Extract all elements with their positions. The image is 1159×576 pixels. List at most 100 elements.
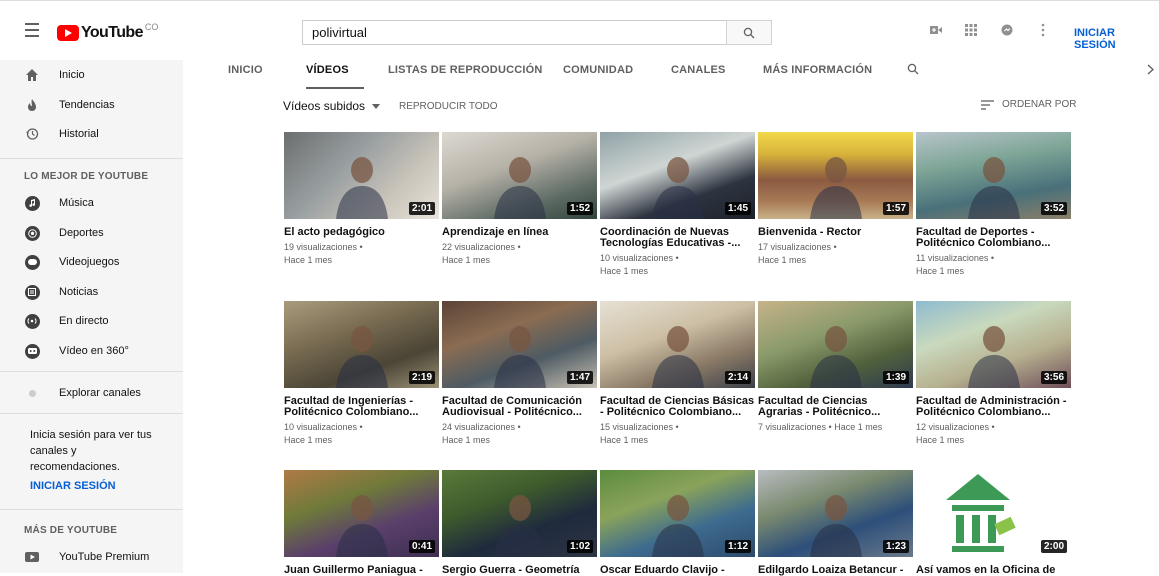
video-title[interactable]: Oscar Eduardo Clavijo -	[600, 564, 755, 576]
video-title[interactable]: Juan Guillermo Paniagua -	[284, 564, 439, 576]
sidebar-item-noticias[interactable]: Noticias	[0, 278, 183, 306]
video-thumbnail[interactable]: 1:52	[442, 132, 597, 219]
video-duration: 1:02	[566, 540, 593, 553]
chevron-right-icon[interactable]	[1147, 64, 1154, 75]
play-all-button[interactable]: REPRODUCIR TODO	[399, 101, 498, 112]
video-title[interactable]: - Politécnico Colombiano...	[600, 406, 755, 418]
sidebar-item-label: Vídeo en 360°	[59, 345, 129, 357]
youtube-premium-icon	[24, 549, 40, 565]
sidebar-item-label: Inicio	[59, 69, 85, 81]
video-title[interactable]: Aprendizaje en línea	[442, 226, 597, 238]
tab-videos[interactable]: VÍDEOS	[306, 64, 349, 76]
sidebar-item-en-directo[interactable]: En directo	[0, 307, 183, 335]
video-meta: 10 visualizaciones •	[284, 422, 363, 432]
uploaded-videos-label: Vídeos subidos	[283, 99, 366, 113]
video-thumbnail[interactable]: 2:14	[600, 301, 755, 388]
video-thumbnail[interactable]: 1:12	[600, 470, 755, 557]
news-icon	[24, 284, 40, 300]
video-meta: 11 visualizaciones •	[916, 253, 995, 263]
video-thumbnail[interactable]: 2:19	[284, 301, 439, 388]
video-duration: 2:19	[408, 371, 435, 384]
menu-icon[interactable]	[20, 23, 44, 41]
sidebar-item-label: Noticias	[59, 286, 99, 298]
video-thumbnail[interactable]: 1:02	[442, 470, 597, 557]
sidebar-signin-link[interactable]: INICIAR SESIÓN	[30, 480, 116, 492]
sidebar-item-label: Deportes	[59, 227, 104, 239]
video-meta: Hace 1 mes	[284, 435, 333, 445]
tab-canales[interactable]: CANALES	[671, 64, 726, 76]
sidebar-item-video-360[interactable]: Vídeo en 360°	[0, 337, 183, 365]
video-thumbnail[interactable]: 3:52	[916, 132, 1071, 219]
sidebar-item-musica[interactable]: Música	[0, 189, 183, 217]
video-duration: 1:57	[882, 202, 909, 215]
video-title[interactable]: Politécnico Colombiano...	[916, 237, 1071, 249]
sidebar-item-videojuegos[interactable]: Videojuegos	[0, 248, 183, 276]
history-icon	[24, 126, 40, 142]
video-duration: 0:41	[408, 540, 435, 553]
video-duration: 3:56	[1040, 371, 1067, 384]
video-camera-icon[interactable]	[929, 23, 943, 37]
sidebar-item-inicio[interactable]: Inicio	[0, 61, 183, 89]
video-duration: 1:47	[566, 371, 593, 384]
video-thumbnail[interactable]: 1:23	[758, 470, 913, 557]
video-meta: 15 visualizaciones •	[600, 422, 679, 432]
search-button[interactable]	[726, 20, 772, 45]
search-input[interactable]	[302, 20, 726, 45]
video-duration: 2:14	[724, 371, 751, 384]
video-title[interactable]: Politécnico Colombiano...	[916, 406, 1071, 418]
sidebar-item-explorar[interactable]: Explorar canales	[0, 379, 183, 407]
sidebar: Inicio Tendencias Historial LO MEJOR DE …	[0, 60, 183, 573]
youtube-logo[interactable]: YouTube CO	[57, 21, 158, 45]
video-title[interactable]: Audiovisual - Politécnico...	[442, 406, 597, 418]
more-options-icon[interactable]	[1038, 23, 1048, 37]
sidebar-item-label: Videojuegos	[59, 256, 120, 268]
signin-button[interactable]: INICIAR SESIÓN	[1074, 27, 1159, 51]
video-thumbnail[interactable]: 1:57	[758, 132, 913, 219]
channel-search-icon[interactable]	[907, 63, 919, 75]
apps-grid-icon[interactable]	[964, 23, 978, 37]
sidebar-item-deportes[interactable]: Deportes	[0, 219, 183, 247]
sort-by-button[interactable]: ORDENAR POR	[981, 99, 1076, 110]
tab-mas-informacion[interactable]: MÁS INFORMACIÓN	[763, 64, 872, 76]
sidebar-item-tendencias[interactable]: Tendencias	[0, 91, 183, 119]
video-title[interactable]: Sergio Guerra - Geometría	[442, 564, 597, 576]
video-thumbnail[interactable]: 2:01	[284, 132, 439, 219]
sidebar-item-label: En directo	[59, 315, 109, 327]
logo-country: CO	[144, 22, 159, 32]
sidebar-divider	[0, 371, 183, 372]
video-meta: Hace 1 mes	[284, 255, 333, 265]
video-meta: 17 visualizaciones •	[758, 242, 837, 252]
video-thumbnail[interactable]: 0:41	[284, 470, 439, 557]
video-title[interactable]: Tecnologías Educativas -...	[600, 237, 755, 249]
sidebar-item-label: Explorar canales	[59, 387, 141, 399]
video-meta: 24 visualizaciones •	[442, 422, 521, 432]
caret-down-icon	[372, 104, 381, 110]
video-title[interactable]: Politécnico Colombiano...	[284, 406, 439, 418]
uploaded-videos-dropdown[interactable]: Vídeos subidos	[283, 99, 381, 113]
video-title[interactable]: El acto pedagógico	[284, 226, 439, 238]
sports-icon	[24, 225, 40, 241]
video-meta: Hace 1 mes	[600, 435, 649, 445]
video-title[interactable]: Así vamos en la Oficina de	[916, 564, 1071, 576]
video-thumbnail[interactable]: 1:45	[600, 132, 755, 219]
search-icon	[743, 27, 755, 38]
sort-icon	[981, 99, 994, 110]
sidebar-item-premium[interactable]: YouTube Premium	[0, 543, 183, 571]
video-thumbnail[interactable]: 3:56	[916, 301, 1071, 388]
video-duration: 1:12	[724, 540, 751, 553]
top-bar: YouTube CO INICIAR SESIÓN	[0, 0, 1159, 60]
video-thumbnail[interactable]: 1:39	[758, 301, 913, 388]
explore-icon	[24, 385, 40, 401]
sidebar-item-historial[interactable]: Historial	[0, 120, 183, 148]
fire-icon	[24, 97, 40, 113]
tab-comunidad[interactable]: COMUNIDAD	[563, 64, 633, 76]
messages-icon[interactable]	[1000, 23, 1014, 37]
tab-playlists[interactable]: LISTAS DE REPRODUCCIÓN	[388, 64, 543, 76]
video-thumbnail[interactable]: 2:00	[916, 470, 1071, 557]
video-title[interactable]: Agrarias - Politécnico...	[758, 406, 913, 418]
video-meta: Hace 1 mes	[916, 266, 965, 276]
tab-inicio[interactable]: INICIO	[228, 64, 263, 76]
video-title[interactable]: Bienvenida - Rector	[758, 226, 913, 238]
video-thumbnail[interactable]: 1:47	[442, 301, 597, 388]
video-title[interactable]: Edilgardo Loaiza Betancur -	[758, 564, 913, 576]
